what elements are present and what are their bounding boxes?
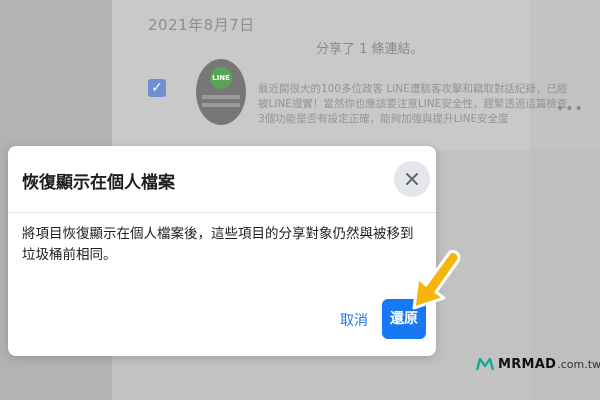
thumbnail-stripe <box>202 103 240 107</box>
dialog-body-text: 將項目恢復顯示在個人檔案後，這些項目的分享對象仍然與被移到垃圾桶前相同。 <box>22 226 414 263</box>
post-thumbnail: LINE <box>196 59 246 125</box>
mrmad-logo-icon <box>476 357 494 371</box>
post-date: 2021年8月7日 <box>148 16 255 34</box>
close-button[interactable] <box>394 161 430 197</box>
thumbnail-stripe <box>202 95 240 99</box>
close-icon <box>406 173 418 185</box>
dialog-header: 恢復顯示在個人檔案 <box>8 146 436 213</box>
post-checkbox[interactable]: ✓ <box>148 79 166 97</box>
watermark-brand: MRMAD <box>498 356 557 372</box>
checkmark-icon: ✓ <box>151 80 163 96</box>
watermark: MRMAD .com.tw <box>476 353 600 375</box>
cancel-button[interactable]: 取消 <box>334 306 374 336</box>
restore-dialog: 恢復顯示在個人檔案 將項目恢復顯示在個人檔案後，這些項目的分享對象仍然與被移到垃… <box>8 146 436 356</box>
more-options-icon[interactable]: ••• <box>556 101 584 117</box>
watermark-domain: .com.tw <box>557 357 600 371</box>
post-shared-text: 分享了 1 條連結。 <box>316 42 424 57</box>
line-logo-icon: LINE <box>210 67 232 89</box>
dialog-title: 恢復顯示在個人檔案 <box>22 173 175 193</box>
post-description: 最近閱很大的100多位政客 LINE遭駭客攻擊和竊取對話紀錄，已經被LINE證實… <box>258 83 568 125</box>
arrow-pointer-icon <box>412 250 461 310</box>
